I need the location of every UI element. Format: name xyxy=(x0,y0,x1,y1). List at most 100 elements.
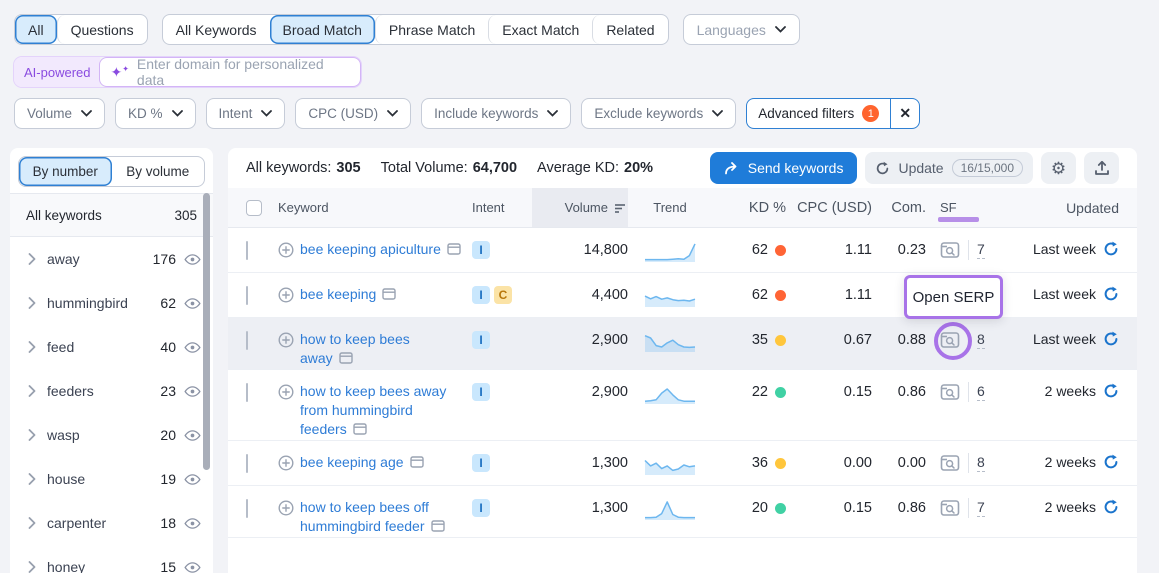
update-button[interactable]: Update 16/15,000 xyxy=(865,152,1033,184)
filter-dropdown[interactable]: Exclude keywords xyxy=(581,98,736,129)
filter-dropdown[interactable]: Include keywords xyxy=(421,98,571,129)
sidebar-item-feeders[interactable]: feeders 23 xyxy=(10,369,213,413)
add-keyword-icon[interactable] xyxy=(278,240,294,260)
add-keyword-icon[interactable] xyxy=(278,285,294,305)
column-header-intent[interactable]: Intent xyxy=(472,188,532,227)
open-serp-icon[interactable] xyxy=(940,499,960,517)
refresh-icon[interactable] xyxy=(1103,499,1119,515)
keyword-link[interactable]: how to keep bees away from hummingbird f… xyxy=(300,383,446,437)
sidebar-item-house[interactable]: house 19 xyxy=(10,457,213,501)
column-header-volume[interactable]: Volume xyxy=(532,188,628,227)
serp-features-icon[interactable] xyxy=(410,455,424,473)
filter-dropdown[interactable]: KD % xyxy=(115,98,196,129)
trend-sparkline xyxy=(644,331,696,353)
table-row: how to keep bees away from hummingbird f… xyxy=(228,370,1137,441)
sidebar-item-carpenter[interactable]: carpenter 18 xyxy=(10,501,213,545)
serp-features-icon[interactable] xyxy=(353,422,367,440)
sf-count[interactable]: 8 xyxy=(977,331,985,349)
languages-dropdown[interactable]: Languages xyxy=(683,14,800,45)
select-all-checkbox[interactable] xyxy=(246,200,262,216)
row-checkbox[interactable] xyxy=(246,454,248,473)
refresh-icon[interactable] xyxy=(1103,286,1119,302)
column-header-keyword[interactable]: Keyword xyxy=(278,188,472,227)
row-checkbox[interactable] xyxy=(246,331,248,350)
sidebar-scrollbar[interactable] xyxy=(203,193,210,470)
add-keyword-icon[interactable] xyxy=(278,330,294,369)
eye-icon[interactable] xyxy=(184,517,201,530)
eye-icon[interactable] xyxy=(184,341,201,354)
add-keyword-icon[interactable] xyxy=(278,382,294,440)
tab-phrase-match[interactable]: Phrase Match xyxy=(375,15,488,44)
all-keywords-group-header[interactable]: All keywords 305 xyxy=(10,193,213,237)
sidebar-item-away[interactable]: away 176 xyxy=(10,237,213,281)
toggle-by-number[interactable]: By number xyxy=(19,157,112,186)
tab-exact-match[interactable]: Exact Match xyxy=(488,15,592,44)
advanced-filters-button[interactable]: Advanced filters 1 xyxy=(747,99,890,128)
serp-features-icon[interactable] xyxy=(431,519,445,537)
domain-input[interactable]: ✦✦ Enter domain for personalized data xyxy=(99,57,361,87)
column-header-cpc[interactable]: CPC (USD) xyxy=(786,188,872,227)
open-serp-icon[interactable] xyxy=(940,331,960,349)
column-header-sf[interactable]: SF xyxy=(926,188,1008,227)
column-header-trend[interactable]: Trend xyxy=(628,188,712,227)
table-settings-button[interactable]: ⚙ xyxy=(1041,152,1076,184)
sort-toggle-group: By numberBy volume xyxy=(18,156,205,187)
tab-broad-match[interactable]: Broad Match xyxy=(270,15,375,44)
eye-icon[interactable] xyxy=(184,473,201,486)
open-serp-icon[interactable] xyxy=(940,454,960,472)
open-serp-icon[interactable] xyxy=(940,383,960,401)
refresh-icon[interactable] xyxy=(1103,331,1119,347)
refresh-icon[interactable] xyxy=(1103,454,1119,470)
sidebar-item-honey[interactable]: honey 15 xyxy=(10,545,213,573)
keyword-link[interactable]: bee keeping age xyxy=(300,454,404,470)
export-button[interactable] xyxy=(1084,152,1119,184)
filter-label: Intent xyxy=(219,106,253,121)
open-serp-icon[interactable] xyxy=(940,241,960,259)
sf-count[interactable]: 8 xyxy=(977,454,985,472)
send-keywords-button[interactable]: Send keywords xyxy=(710,152,858,184)
serp-features-icon[interactable] xyxy=(382,287,396,305)
eye-icon[interactable] xyxy=(184,297,201,310)
keyword-link[interactable]: how to keep bees away xyxy=(300,331,410,366)
column-header-kd[interactable]: KD % xyxy=(712,188,786,227)
tab-related[interactable]: Related xyxy=(592,15,667,44)
tab-all-keywords[interactable]: All Keywords xyxy=(163,15,270,44)
tab-all[interactable]: All xyxy=(15,15,57,44)
keyword-link[interactable]: bee keeping apiculture xyxy=(300,241,441,257)
filter-dropdown[interactable]: CPC (USD) xyxy=(295,98,411,129)
add-keyword-icon[interactable] xyxy=(278,453,294,473)
row-checkbox[interactable] xyxy=(246,499,248,518)
sidebar-item-feed[interactable]: feed 40 xyxy=(10,325,213,369)
add-keyword-icon[interactable] xyxy=(278,498,294,537)
column-header-updated[interactable]: Updated xyxy=(1008,188,1137,227)
keyword-link[interactable]: bee keeping xyxy=(300,286,376,302)
sf-count[interactable]: 6 xyxy=(977,383,985,401)
filter-dropdown[interactable]: Volume xyxy=(14,98,105,129)
sidebar-item-wasp[interactable]: wasp 20 xyxy=(10,413,213,457)
column-header-com[interactable]: Com. xyxy=(872,188,926,227)
eye-icon[interactable] xyxy=(184,385,201,398)
serp-features-icon[interactable] xyxy=(339,351,353,369)
tab-questions[interactable]: Questions xyxy=(57,15,147,44)
clear-advanced-filters-button[interactable]: ✕ xyxy=(890,99,919,128)
eye-icon[interactable] xyxy=(184,429,201,442)
intent-cell: I xyxy=(472,370,532,401)
sf-count[interactable]: 7 xyxy=(977,241,985,259)
row-checkbox[interactable] xyxy=(246,383,248,402)
refresh-icon[interactable] xyxy=(1103,241,1119,257)
toggle-by-volume[interactable]: By volume xyxy=(112,157,205,186)
filter-dropdown[interactable]: Intent xyxy=(206,98,286,129)
row-checkbox[interactable] xyxy=(246,241,248,260)
serp-features-icon[interactable] xyxy=(447,242,461,260)
intent-badge-I: I xyxy=(472,331,490,349)
metric-label: Total Volume: xyxy=(381,160,468,176)
eye-icon[interactable] xyxy=(184,253,201,266)
refresh-icon[interactable] xyxy=(1103,383,1119,399)
eye-icon[interactable] xyxy=(184,561,201,573)
keyword-link[interactable]: how to keep bees off hummingbird feeder xyxy=(300,499,429,534)
row-checkbox[interactable] xyxy=(246,286,248,305)
table-row: how to keep bees away I 2,900 35 0.67 0.… xyxy=(228,318,1137,370)
sf-count[interactable]: 7 xyxy=(977,499,985,517)
sidebar-item-hummingbird[interactable]: hummingbird 62 xyxy=(10,281,213,325)
updated-value: Last week xyxy=(1033,241,1096,257)
